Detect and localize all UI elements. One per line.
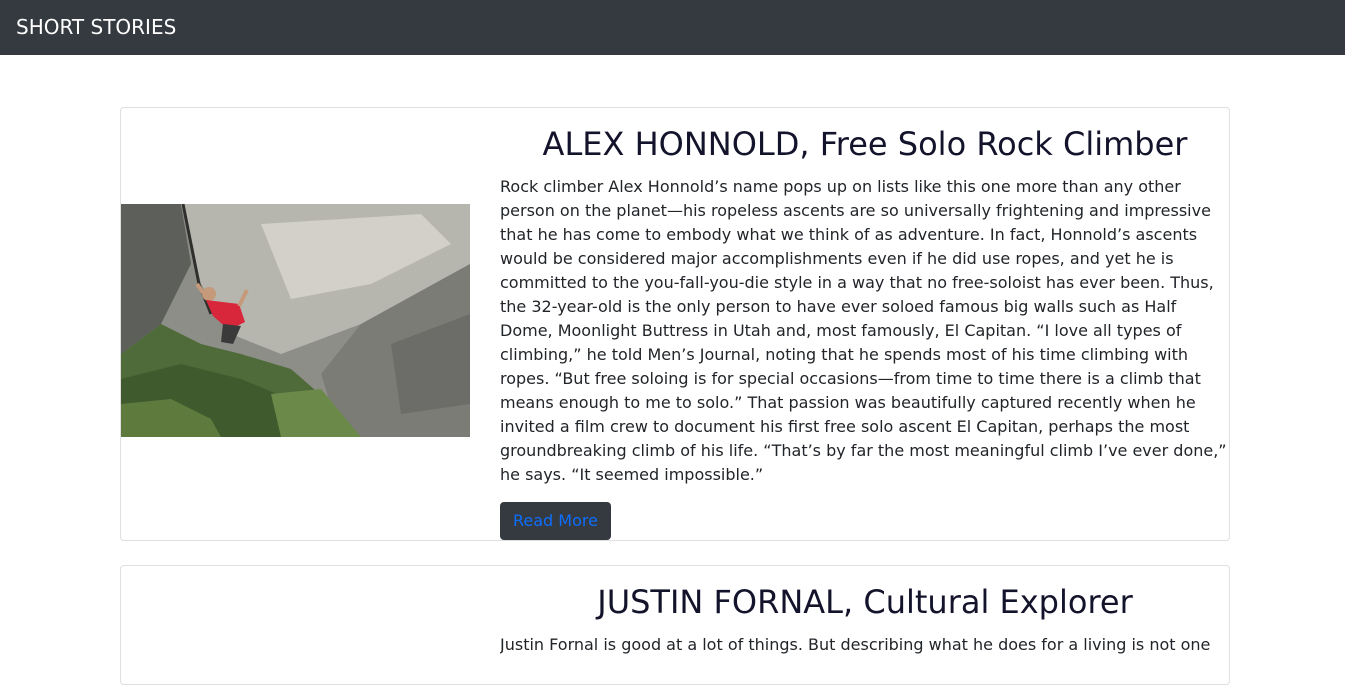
navbar: SHORT STORIES: [0, 0, 1345, 55]
story-title: JUSTIN FORNAL, Cultural Explorer: [597, 583, 1133, 621]
navbar-brand[interactable]: SHORT STORIES: [16, 13, 176, 41]
story-text: Rock climber Alex Honnold’s name pops up…: [500, 177, 1227, 484]
story-title: ALEX HONNOLD, Free Solo Rock Climber: [542, 125, 1188, 163]
read-more-button[interactable]: Read More: [500, 502, 611, 540]
story-image-climber: [121, 204, 470, 437]
story-text: Justin Fornal is good at a lot of things…: [500, 635, 1211, 654]
story-card: JUSTIN FORNAL, Cultural Explorer Justin …: [120, 565, 1230, 685]
story-card: ALEX HONNOLD, Free Solo Rock Climber Roc…: [120, 107, 1230, 541]
